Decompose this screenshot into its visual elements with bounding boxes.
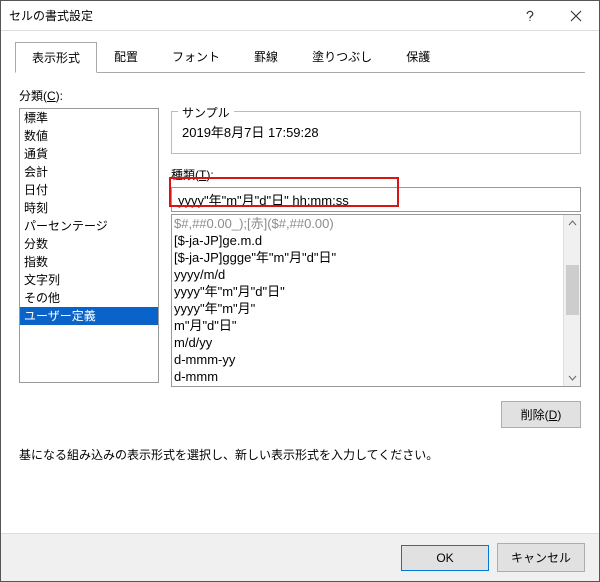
tabs: 表示形式配置フォント罫線塗りつぶし保護 [1,31,599,72]
close-button[interactable] [553,1,599,31]
ok-button[interactable]: OK [401,545,489,571]
tab-1[interactable]: 配置 [97,41,155,72]
type-list-item[interactable]: m"月"d"日" [174,317,561,334]
window-title: セルの書式設定 [1,7,507,24]
type-list-item[interactable]: yyyy/m/d [174,266,561,283]
category-item[interactable]: 数値 [20,127,158,145]
scrollbar[interactable] [563,215,580,386]
type-list-item[interactable]: d-mmm [174,368,561,385]
titlebar: セルの書式設定 [1,1,599,31]
type-list-item[interactable]: yyyy"年"m"月"d"日" [174,283,561,300]
category-item[interactable]: 時刻 [20,199,158,217]
type-list-item[interactable]: $#,##0.00_);[赤]($#,##0.00) [174,215,561,232]
category-item[interactable]: 標準 [20,109,158,127]
help-button[interactable] [507,1,553,31]
scroll-up-button[interactable] [564,215,580,232]
description-text: 基になる組み込みの表示形式を選択し、新しい表示形式を入力してください。 [19,446,581,463]
category-item[interactable]: 日付 [20,181,158,199]
sample-legend: サンプル [178,104,234,121]
sample-value: 2019年8月7日 17:59:28 [180,120,572,143]
tab-4[interactable]: 塗りつぶし [295,41,389,72]
category-item[interactable]: その他 [20,289,158,307]
sample-box: サンプル 2019年8月7日 17:59:28 [171,111,581,154]
type-list-item[interactable]: mmm-yy [174,385,561,386]
tab-5[interactable]: 保護 [389,41,447,72]
tab-0[interactable]: 表示形式 [15,42,97,73]
type-list-item[interactable]: [$-ja-JP]ge.m.d [174,232,561,249]
type-list-item[interactable]: yyyy"年"m"月" [174,300,561,317]
tab-2[interactable]: フォント [155,41,237,72]
type-list-item[interactable]: d-mmm-yy [174,351,561,368]
type-list-item[interactable]: [$-ja-JP]ggge"年"m"月"d"日" [174,249,561,266]
scroll-thumb[interactable] [566,265,579,315]
category-item[interactable]: 分数 [20,235,158,253]
category-item[interactable]: 指数 [20,253,158,271]
content-area: 分類(C): 標準数値通貨会計日付時刻パーセンテージ分数指数文字列その他ユーザー… [1,73,599,533]
type-input[interactable] [171,187,581,212]
type-label: 種類(T): [171,166,581,183]
category-label: 分類(C): [19,87,581,104]
tab-3[interactable]: 罫線 [237,41,295,72]
category-item[interactable]: ユーザー定義 [20,307,158,325]
cancel-button[interactable]: キャンセル [497,543,585,572]
type-list-item[interactable]: m/d/yy [174,334,561,351]
scroll-down-button[interactable] [564,369,580,386]
category-item[interactable]: 会計 [20,163,158,181]
category-item[interactable]: 文字列 [20,271,158,289]
category-item[interactable]: 通貨 [20,145,158,163]
category-list[interactable]: 標準数値通貨会計日付時刻パーセンテージ分数指数文字列その他ユーザー定義 [19,108,159,383]
footer: OK キャンセル [1,533,599,581]
type-list[interactable]: $#,##0.00_);[赤]($#,##0.00)[$-ja-JP]ge.m.… [171,214,581,387]
delete-button[interactable]: 削除(D) [501,401,581,428]
category-item[interactable]: パーセンテージ [20,217,158,235]
